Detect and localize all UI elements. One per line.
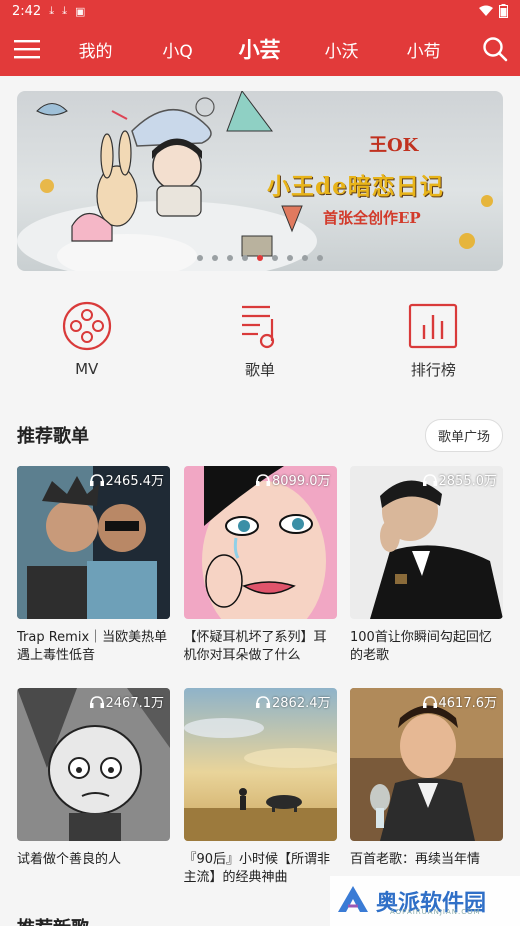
- banner-artist: 王OK: [369, 135, 419, 156]
- clock: 2:42: [12, 3, 42, 19]
- headphones-icon: [89, 695, 104, 708]
- play-count: 2467.1万: [89, 692, 164, 711]
- playlist-cover: 2855.0万: [350, 466, 503, 619]
- play-count: 4617.6万: [422, 692, 497, 711]
- storage-icon: ▣: [74, 4, 86, 18]
- carousel-dot[interactable]: [317, 255, 323, 261]
- section-title: 推荐歌单: [17, 426, 89, 447]
- headphones-icon: [256, 695, 270, 708]
- tab-xiaogou[interactable]: 小苟: [383, 37, 465, 62]
- tab-xiaoyun[interactable]: 小芸: [219, 34, 301, 64]
- shortcut-ranking[interactable]: 排行榜: [347, 300, 520, 380]
- carousel-dot[interactable]: [302, 255, 308, 261]
- playlist-card[interactable]: 2467.1万 试着做个善良的人: [17, 688, 170, 910]
- tab-bar: 我的 小Q 小芸 小沃 小苟: [55, 34, 471, 64]
- playlist-card[interactable]: 8099.0万 【怀疑耳机坏了系列】耳机你对耳朵做了什么: [183, 466, 337, 688]
- shortcut-label: 歌单: [244, 361, 275, 379]
- playlist-card[interactable]: 2465.4万 Trap Remix｜当欧美热单遇上毒性低音: [17, 466, 170, 688]
- watermark-sub: AOPAIRUANJIAN.COM: [390, 908, 481, 916]
- watermark-logo-icon: [336, 884, 370, 918]
- shortcut-row: MV 歌单 排行榜: [0, 300, 520, 380]
- headphones-icon: [422, 695, 437, 708]
- watermark: 奥派软件园 AOPAIRUANJIAN.COM: [330, 876, 520, 926]
- shortcut-label: 排行榜: [410, 361, 456, 379]
- play-count: 2862.4万: [256, 692, 331, 711]
- playlist-cover: 2465.4万: [17, 466, 170, 619]
- playlist-grid: 2465.4万 Trap Remix｜当欧美热单遇上毒性低音 8099.0万 【…: [17, 466, 503, 910]
- banner-album-title: 小王de暗恋日记: [267, 173, 444, 200]
- playlist-cover: 4617.6万: [350, 688, 503, 841]
- chart-icon: [408, 300, 458, 351]
- top-nav-bar: 我的 小Q 小芸 小沃 小苟: [0, 22, 520, 76]
- tab-mine[interactable]: 我的: [55, 37, 137, 62]
- hamburger-menu-icon[interactable]: [0, 22, 55, 76]
- carousel-dot[interactable]: [212, 255, 218, 261]
- status-bar: 2:42 ⤓ ⤓ ▣: [0, 0, 520, 22]
- playlist-cover: 2862.4万: [183, 688, 337, 841]
- shortcut-playlist[interactable]: 歌单: [173, 300, 346, 380]
- headphones-icon: [422, 473, 437, 486]
- banner-carousel[interactable]: 王OK 小王de暗恋日记 首张全创作EP: [17, 91, 503, 271]
- playlist-title: 『90后』小时候【所谓非主流】的经典神曲: [183, 852, 331, 885]
- film-reel-icon: [62, 300, 112, 352]
- carousel-dot[interactable]: [227, 255, 233, 261]
- playlist-title: 【怀疑耳机坏了系列】耳机你对耳朵做了什么: [183, 630, 327, 663]
- playlist-title: 试着做个善良的人: [17, 852, 122, 867]
- download-icon: ⤓: [49, 4, 55, 17]
- next-section-title: 推荐新歌: [17, 914, 89, 926]
- playlist-card[interactable]: 2855.0万 100首让你瞬间勾起回忆的老歌: [350, 466, 503, 688]
- playlist-title: Trap Remix｜当欧美热单遇上毒性低音: [17, 630, 168, 663]
- play-count: 2855.0万: [422, 470, 497, 489]
- playlist-card[interactable]: 2862.4万 『90后』小时候【所谓非主流】的经典神曲: [183, 688, 337, 910]
- playlist-cover: 2467.1万: [17, 688, 170, 841]
- tab-xiaowo[interactable]: 小沃: [301, 37, 383, 62]
- download-icon: ⤓: [62, 4, 67, 17]
- play-count: 8099.0万: [256, 470, 331, 489]
- shortcut-label: MV: [75, 360, 99, 378]
- banner-subtitle: 首张全创作EP: [323, 209, 421, 227]
- playlist-cover: 8099.0万: [183, 466, 337, 619]
- playlist-icon: [240, 300, 280, 351]
- battery-icon: [499, 4, 508, 18]
- carousel-dot[interactable]: [287, 255, 293, 261]
- headphones-icon: [256, 473, 270, 486]
- play-count: 2465.4万: [89, 470, 164, 489]
- tab-xiaoq[interactable]: 小Q: [137, 37, 219, 62]
- wifi-icon: [479, 5, 493, 17]
- playlist-title: 100首让你瞬间勾起回忆的老歌: [350, 630, 492, 663]
- carousel-dot-active[interactable]: [257, 255, 263, 261]
- carousel-dot[interactable]: [242, 255, 248, 261]
- recommend-header: 推荐歌单 歌单广场: [17, 418, 503, 452]
- shortcut-mv[interactable]: MV: [0, 300, 173, 380]
- search-icon[interactable]: [471, 22, 520, 76]
- carousel-dot[interactable]: [197, 255, 203, 261]
- headphones-icon: [89, 473, 104, 486]
- playlist-square-button[interactable]: 歌单广场: [424, 418, 503, 452]
- carousel-dots: [17, 255, 503, 261]
- carousel-dot[interactable]: [272, 255, 278, 261]
